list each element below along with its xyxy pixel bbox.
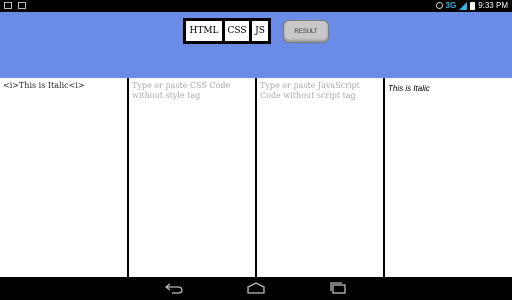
language-tabs: HTML CSS JS: [183, 18, 271, 44]
result-button[interactable]: RESULT: [283, 20, 329, 43]
tab-js[interactable]: JS: [251, 20, 269, 42]
js-editor[interactable]: Type or paste JavaScript Code without sc…: [257, 78, 383, 277]
alarm-icon: [435, 2, 443, 9]
network-type: 3G: [445, 1, 457, 10]
tab-html[interactable]: HTML: [185, 20, 223, 42]
clock: 9:33 PM: [478, 1, 508, 10]
html-editor[interactable]: <i>This is Italic<i>: [0, 78, 127, 277]
editor-toolbar: HTML CSS JS RESULT: [0, 12, 512, 78]
battery-icon: [470, 1, 476, 10]
status-indicators: 3G 9:33 PM: [435, 1, 508, 10]
status-notifications: [4, 2, 26, 9]
navigation-bar: [0, 277, 512, 300]
status-bar: 3G 9:33 PM: [0, 0, 512, 12]
css-editor[interactable]: Type or paste CSS Code without style tag: [129, 78, 255, 277]
css-placeholder: Type or paste CSS Code without style tag: [132, 81, 231, 100]
image-notification-icon: [4, 2, 12, 9]
signal-icon: [459, 1, 468, 10]
js-placeholder: Type or paste JavaScript Code without sc…: [260, 81, 360, 100]
editor-panels: <i>This is Italic<i> Type or paste CSS C…: [0, 78, 512, 277]
result-panel: This is Italic: [385, 78, 512, 277]
recent-apps-icon[interactable]: [328, 282, 348, 294]
back-icon[interactable]: [164, 282, 184, 294]
download-notification-icon: [18, 2, 26, 9]
home-icon[interactable]: [246, 282, 266, 294]
html-code-text: <i>This is Italic<i>: [3, 81, 85, 90]
result-output: This is Italic: [388, 84, 430, 93]
tab-css[interactable]: CSS: [224, 20, 250, 42]
